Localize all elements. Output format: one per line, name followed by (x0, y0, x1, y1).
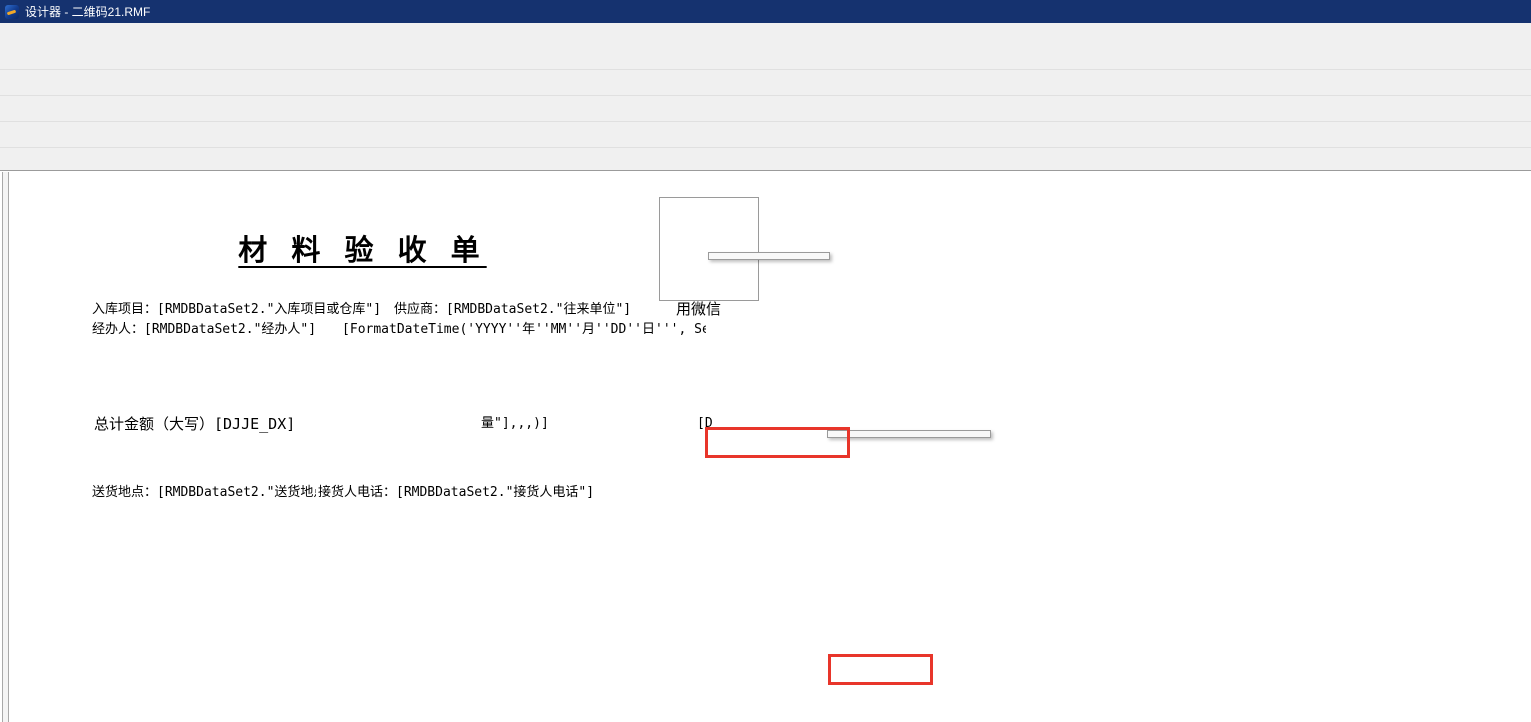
report-title-cell[interactable]: 材 料 验 收 单 (88, 226, 637, 274)
cell-context-menu (708, 252, 830, 260)
title-bar: 设计器 - 二维码21.RMF (0, 0, 1531, 23)
toolbar-cell (0, 122, 1531, 148)
window-title: 设计器 - 二维码21.RMF (25, 3, 150, 20)
toolbar-border (0, 96, 1531, 122)
total-mid-cell[interactable]: 量"],,,)] (481, 407, 552, 441)
qr-code-image (663, 201, 755, 293)
toolbar-format (0, 70, 1531, 96)
receiver-phone-cell[interactable]: 接货人电话：[RMDBDataSet2."接货人电话"] (318, 481, 652, 505)
total-amount-cell[interactable]: 总计金额（大写）[DJJE_DX] (94, 407, 478, 441)
left-splitter[interactable] (2, 172, 9, 722)
qr-barcode-cell[interactable] (659, 197, 759, 301)
delivery-address-cell[interactable]: 送货地点：[RMDBDataSet2."送货地点"] (92, 481, 316, 505)
report-row4-cell[interactable]: 经办人：[RMDBDataSet2."经办人"] [FormatDateTime… (92, 319, 706, 340)
total-right-cell[interactable]: [D (697, 407, 717, 441)
designer-window: 设计器 - 二维码21.RMF 材 料 验 收 单 入库项目：[RMDBData… (0, 0, 1531, 722)
menu-bar (0, 23, 1531, 45)
view-tabs (0, 148, 1531, 171)
qr-caption-cell[interactable]: 用微信 (676, 299, 766, 319)
toolbar-standard (0, 44, 1531, 70)
report-row3-cell[interactable]: 入库项目：[RMDBDataSet2."入库项目或仓库"] 供应商：[RMDBD… (92, 300, 658, 319)
cell-type-submenu (827, 430, 991, 438)
app-icon (5, 5, 19, 19)
